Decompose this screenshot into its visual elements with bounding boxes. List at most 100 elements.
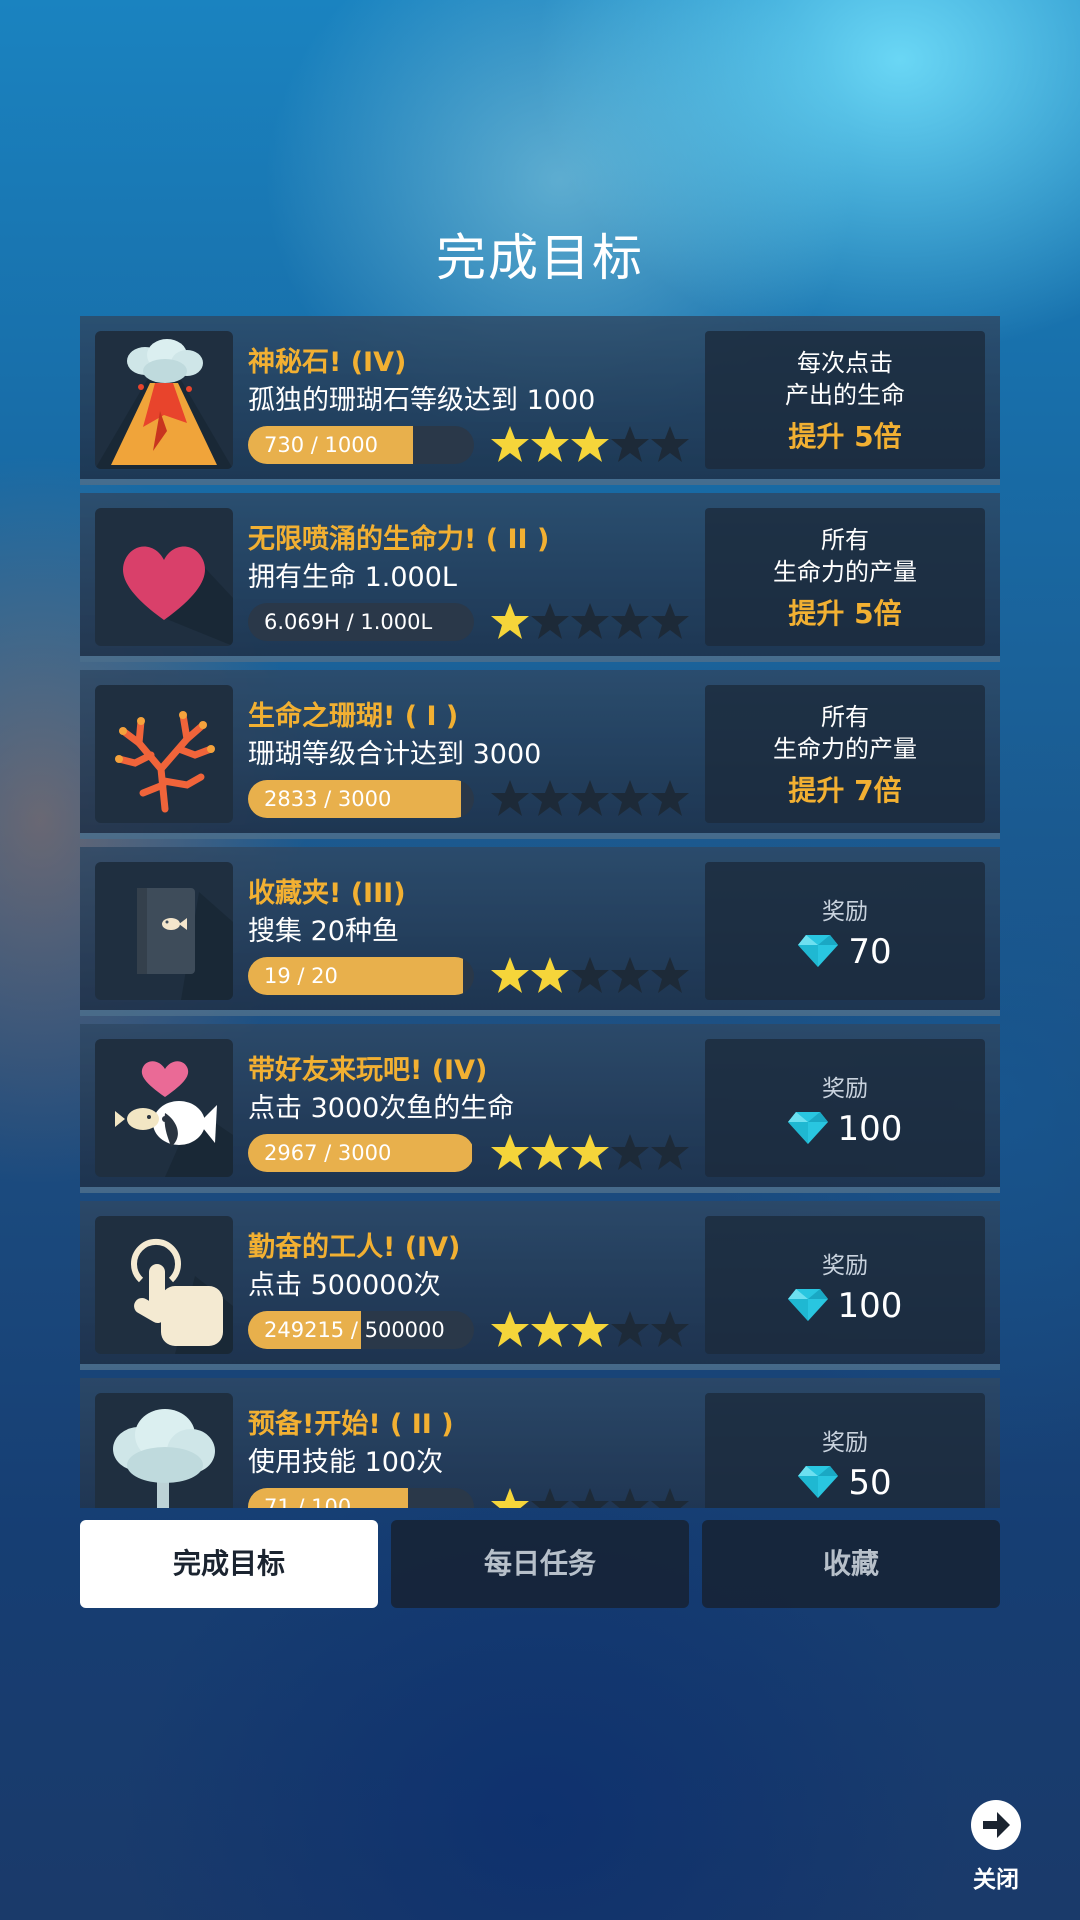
- progress-bar: 2833 / 3000: [248, 780, 474, 818]
- gem-icon: [787, 1110, 838, 1148]
- arrow-right-icon: [971, 1800, 1021, 1850]
- star-icon: [570, 424, 610, 464]
- reward-box: 所有 生命力的产量 提升 7倍: [705, 685, 985, 823]
- heart-icon: [95, 508, 233, 646]
- fish-heart-icon: [95, 1039, 233, 1177]
- star-icon: [570, 955, 610, 995]
- star-icon: [530, 778, 570, 818]
- achievement-title: 神秘石! (IV): [248, 347, 407, 378]
- reward-bonus: 提升 7倍: [788, 774, 902, 807]
- gem-count: 50: [848, 1463, 892, 1503]
- progress-text: 19 / 20: [264, 964, 338, 988]
- star-icon: [570, 601, 610, 641]
- star-icon: [530, 601, 570, 641]
- achievement-description: 点击 500000次: [248, 1270, 441, 1301]
- star-icon: [650, 778, 690, 818]
- reward-box: 奖励 70: [705, 862, 985, 1000]
- tab-2[interactable]: 收藏: [702, 1520, 1000, 1608]
- star-icon: [650, 1486, 690, 1508]
- achievement-list[interactable]: 神秘石! (IV) 孤独的珊瑚石等级达到 1000 730 / 1000 每次点击 产出…: [80, 316, 1000, 1508]
- achievement-description: 拥有生命 1.000L: [248, 562, 457, 593]
- reward-box: 奖励 100: [705, 1039, 985, 1177]
- star-rating: [490, 778, 690, 818]
- star-icon: [530, 1309, 570, 1349]
- achievement-description: 使用技能 100次: [248, 1447, 444, 1478]
- star-icon: [610, 1309, 650, 1349]
- achievement-title: 带好友来玩吧! (IV): [248, 1055, 488, 1086]
- achievement-card[interactable]: 带好友来玩吧! (IV) 点击 3000次鱼的生命 2967 / 3000 奖励 100: [80, 1024, 1000, 1193]
- reward-line-2: 产出的生命: [785, 381, 905, 409]
- star-icon: [490, 1309, 530, 1349]
- reward-box: 奖励 50: [705, 1393, 985, 1508]
- progress-bar: 730 / 1000: [248, 426, 474, 464]
- star-icon: [610, 601, 650, 641]
- progress-text: 249215 / 500000: [264, 1318, 445, 1342]
- reward-label: 奖励: [822, 1430, 868, 1456]
- reward-gems: 50: [705, 1463, 985, 1503]
- star-icon: [490, 1132, 530, 1172]
- star-rating: [490, 1309, 690, 1349]
- star-icon: [490, 1486, 530, 1508]
- tab-bar: 完成目标 每日任务 收藏: [80, 1520, 1000, 1608]
- star-icon: [530, 424, 570, 464]
- achievement-card[interactable]: 收藏夹! (III) 搜集 20种鱼 19 / 20 奖励 70: [80, 847, 1000, 1016]
- star-icon: [490, 424, 530, 464]
- coral-icon: [95, 685, 233, 823]
- gem-icon: [798, 1464, 848, 1502]
- close-button[interactable]: 关闭: [966, 1800, 1026, 1893]
- star-icon: [490, 601, 530, 641]
- star-icon: [530, 955, 570, 995]
- star-icon: [650, 955, 690, 995]
- achievement-description: 点击 3000次鱼的生命: [248, 1093, 515, 1124]
- star-icon: [570, 778, 610, 818]
- reward-bonus: 提升 5倍: [788, 597, 902, 630]
- reward-line-2: 生命力的产量: [773, 558, 917, 586]
- achievement-title: 预备!开始! ( II ): [248, 1409, 454, 1440]
- progress-text: 2967 / 3000: [264, 1141, 392, 1165]
- achievement-description: 搜集 20种鱼: [248, 916, 399, 947]
- star-rating: [490, 601, 690, 641]
- star-icon: [650, 424, 690, 464]
- star-icon: [530, 1132, 570, 1172]
- gem-count: 100: [837, 1109, 903, 1149]
- progress-bar: 19 / 20: [248, 957, 474, 995]
- reward-line-1: 每次点击: [797, 349, 893, 377]
- tab-1[interactable]: 每日任务: [391, 1520, 689, 1608]
- achievement-card[interactable]: 勤奋的工人! (IV) 点击 500000次 249215 / 500000 奖励 10…: [80, 1201, 1000, 1370]
- achievement-card[interactable]: 预备!开始! ( II ) 使用技能 100次 71 / 100 奖励 50: [80, 1378, 1000, 1508]
- star-icon: [610, 424, 650, 464]
- gem-count: 70: [848, 932, 892, 972]
- tab-0[interactable]: 完成目标: [80, 1520, 378, 1608]
- reward-gems: 70: [705, 932, 985, 972]
- reward-label: 奖励: [822, 1076, 868, 1102]
- page-title: 完成目标: [436, 229, 644, 287]
- achievement-card[interactable]: 生命之珊瑚! ( I ) 珊瑚等级合计达到 3000 2833 / 3000 所有 生命…: [80, 670, 1000, 839]
- achievement-title: 无限喷涌的生命力! ( II ): [248, 524, 550, 555]
- star-icon: [650, 601, 690, 641]
- progress-text: 2833 / 3000: [264, 787, 392, 811]
- progress-bar: 71 / 100: [248, 1488, 474, 1508]
- achievement-card[interactable]: 神秘石! (IV) 孤独的珊瑚石等级达到 1000 730 / 1000 每次点击 产出…: [80, 316, 1000, 485]
- star-icon: [570, 1486, 610, 1508]
- achievement-title: 收藏夹! (III): [248, 878, 406, 909]
- achievement-card[interactable]: 无限喷涌的生命力! ( II ) 拥有生命 1.000L 6.069H / 1.00…: [80, 493, 1000, 662]
- progress-bar: 2967 / 3000: [248, 1134, 474, 1172]
- star-icon: [610, 955, 650, 995]
- progress-text: 71 / 100: [264, 1495, 352, 1508]
- reward-gems: 100: [705, 1286, 985, 1326]
- reward-bonus: 提升 5倍: [788, 420, 902, 453]
- star-icon: [490, 955, 530, 995]
- progress-bar: 6.069H / 1.000L: [248, 603, 474, 641]
- gem-icon: [798, 933, 848, 971]
- star-rating: [490, 1486, 690, 1508]
- star-rating: [490, 424, 690, 464]
- achievement-description: 珊瑚等级合计达到 3000: [248, 739, 542, 770]
- achievement-title: 生命之珊瑚! ( I ): [248, 701, 459, 732]
- star-icon: [530, 1486, 570, 1508]
- reward-box: 奖励 100: [705, 1216, 985, 1354]
- gem-icon: [787, 1287, 838, 1325]
- reward-line-1: 所有: [821, 526, 869, 554]
- gem-count: 100: [837, 1286, 903, 1326]
- achievement-title: 勤奋的工人! (IV): [248, 1232, 461, 1263]
- progress-text: 730 / 1000: [264, 433, 378, 457]
